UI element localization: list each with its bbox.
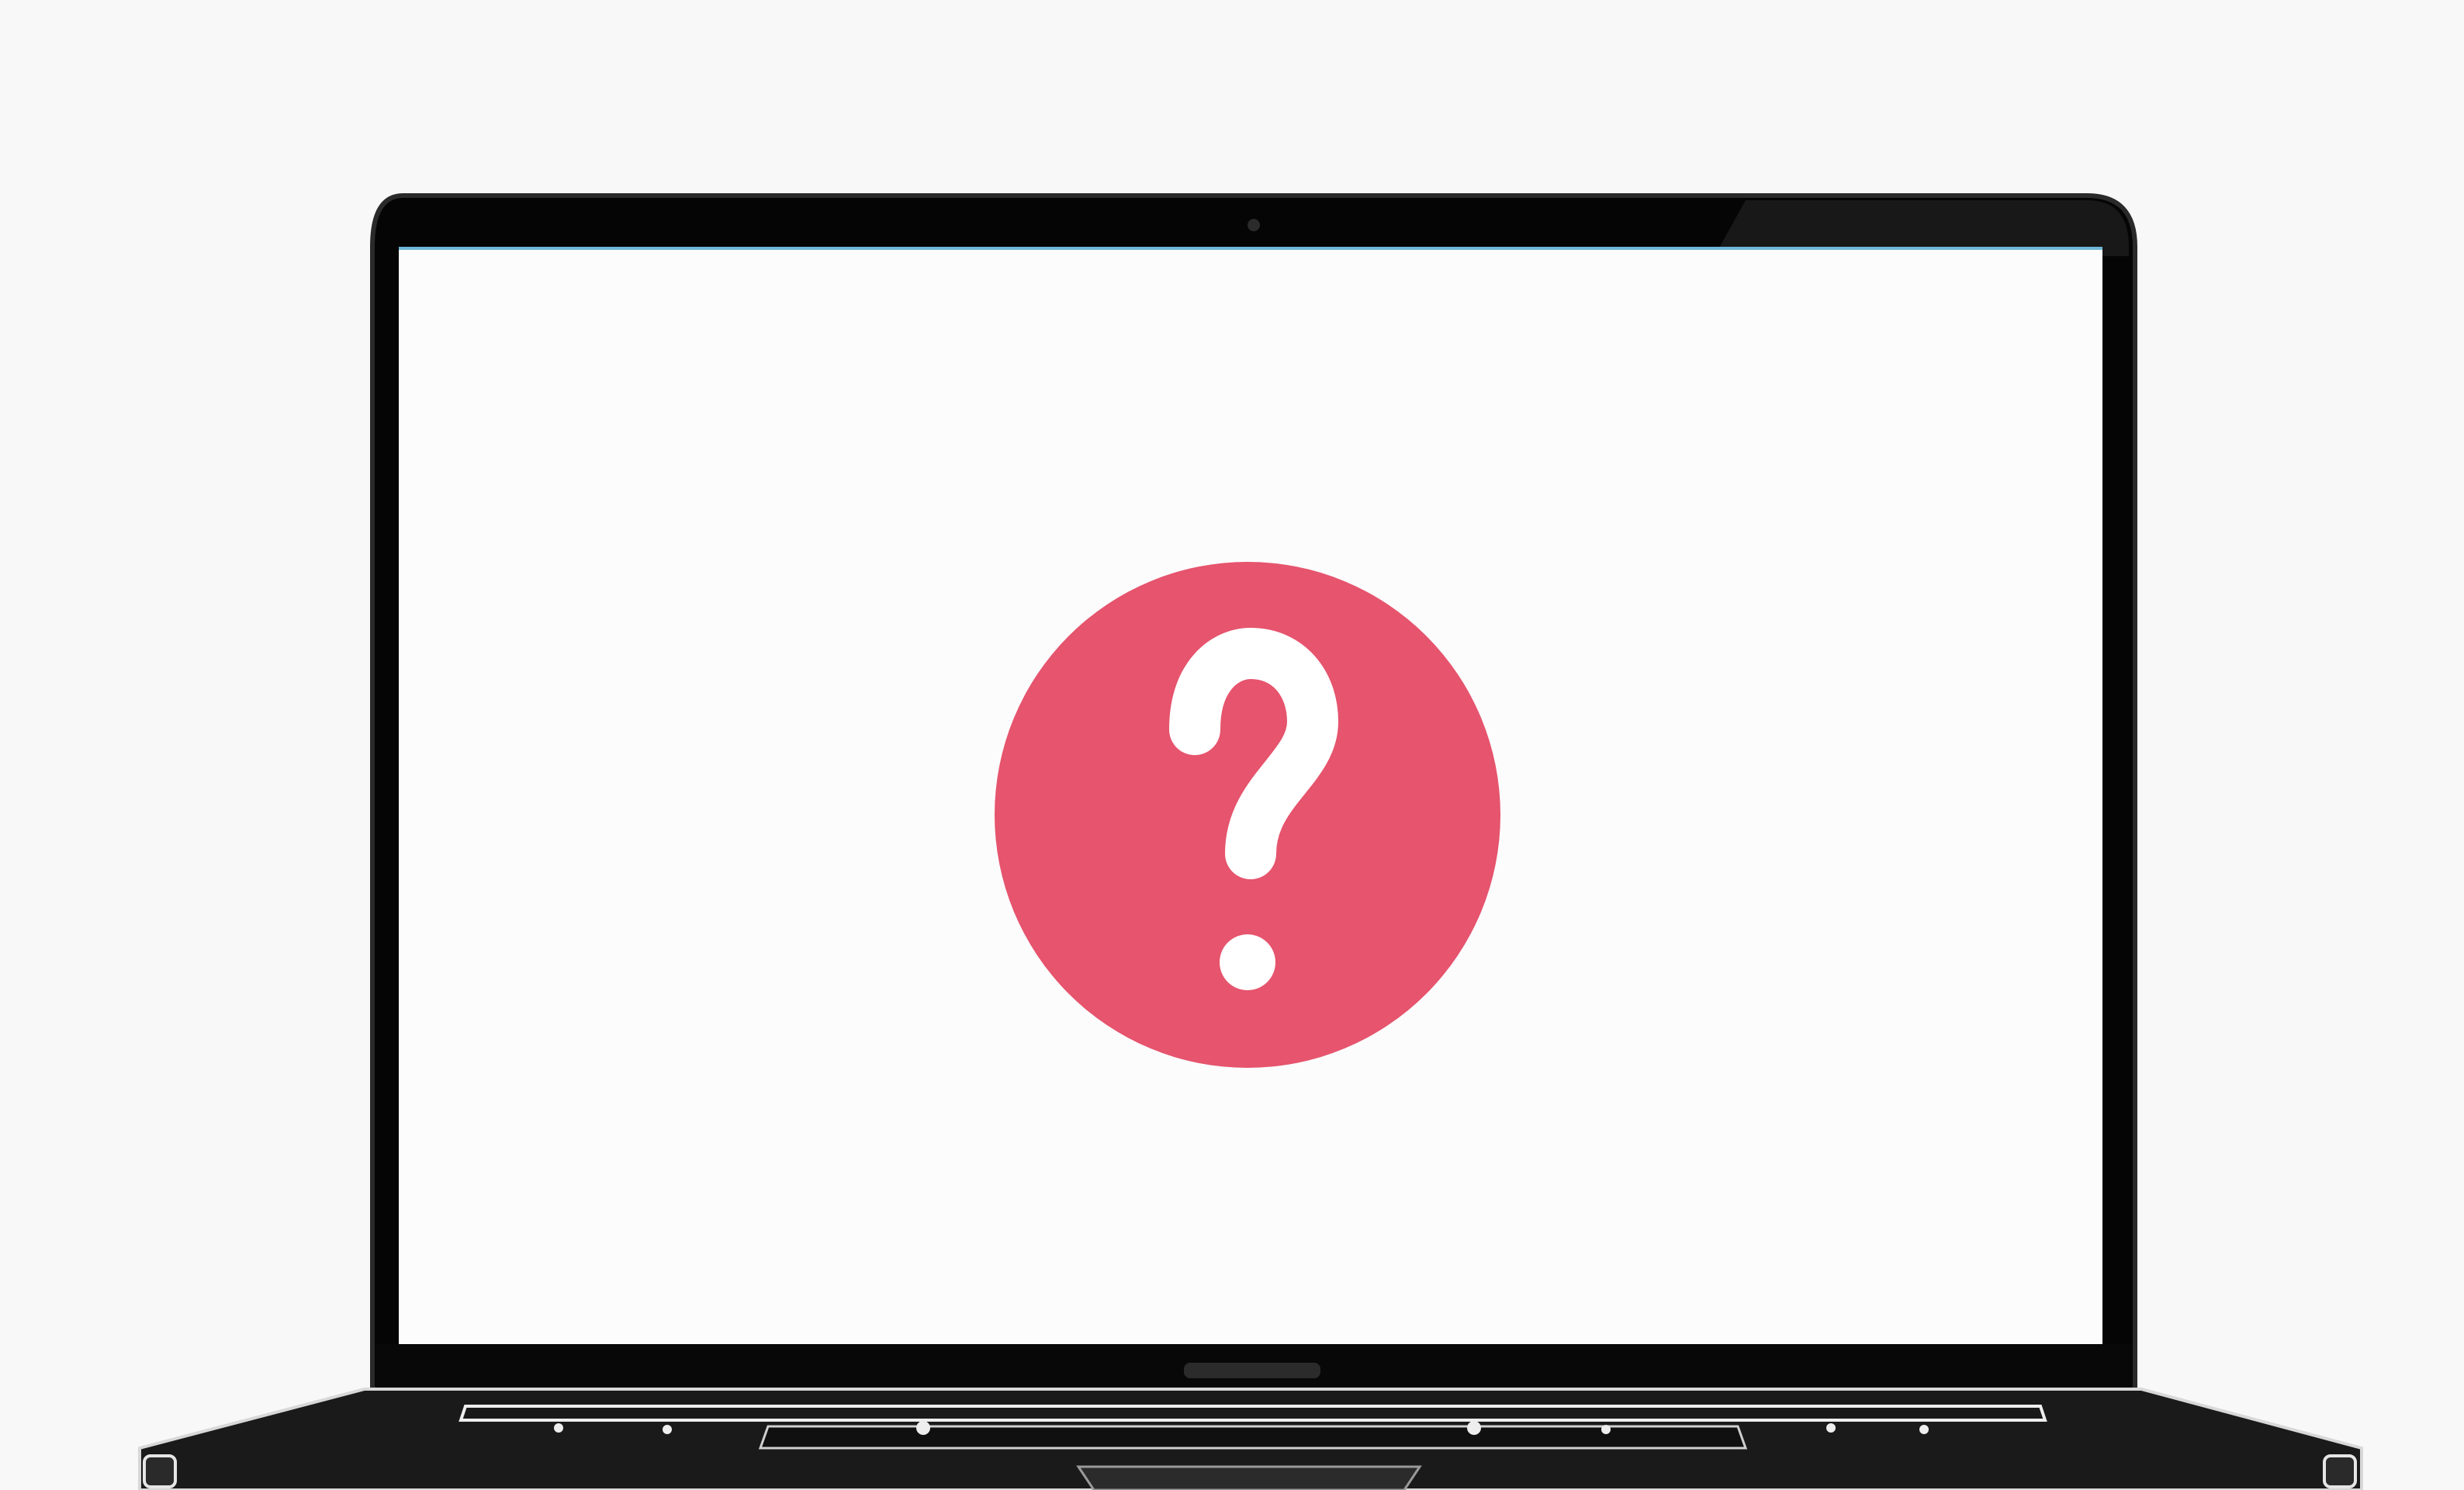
- laptop-illustration: [138, 193, 2363, 1490]
- question-mark-icon: [995, 562, 1500, 1068]
- right-foot: [2323, 1454, 2357, 1488]
- laptop-base: [138, 1388, 2363, 1490]
- question-glyph-dot: [1220, 934, 1275, 990]
- screen-top-edge: [399, 247, 2102, 250]
- touchbar-strip: [758, 1425, 1748, 1450]
- brand-mark: [1184, 1363, 1320, 1378]
- scene: [0, 0, 2464, 1490]
- left-foot: [143, 1454, 177, 1488]
- trackpad-notch: [1076, 1465, 1422, 1490]
- webcam-icon: [1248, 219, 1260, 231]
